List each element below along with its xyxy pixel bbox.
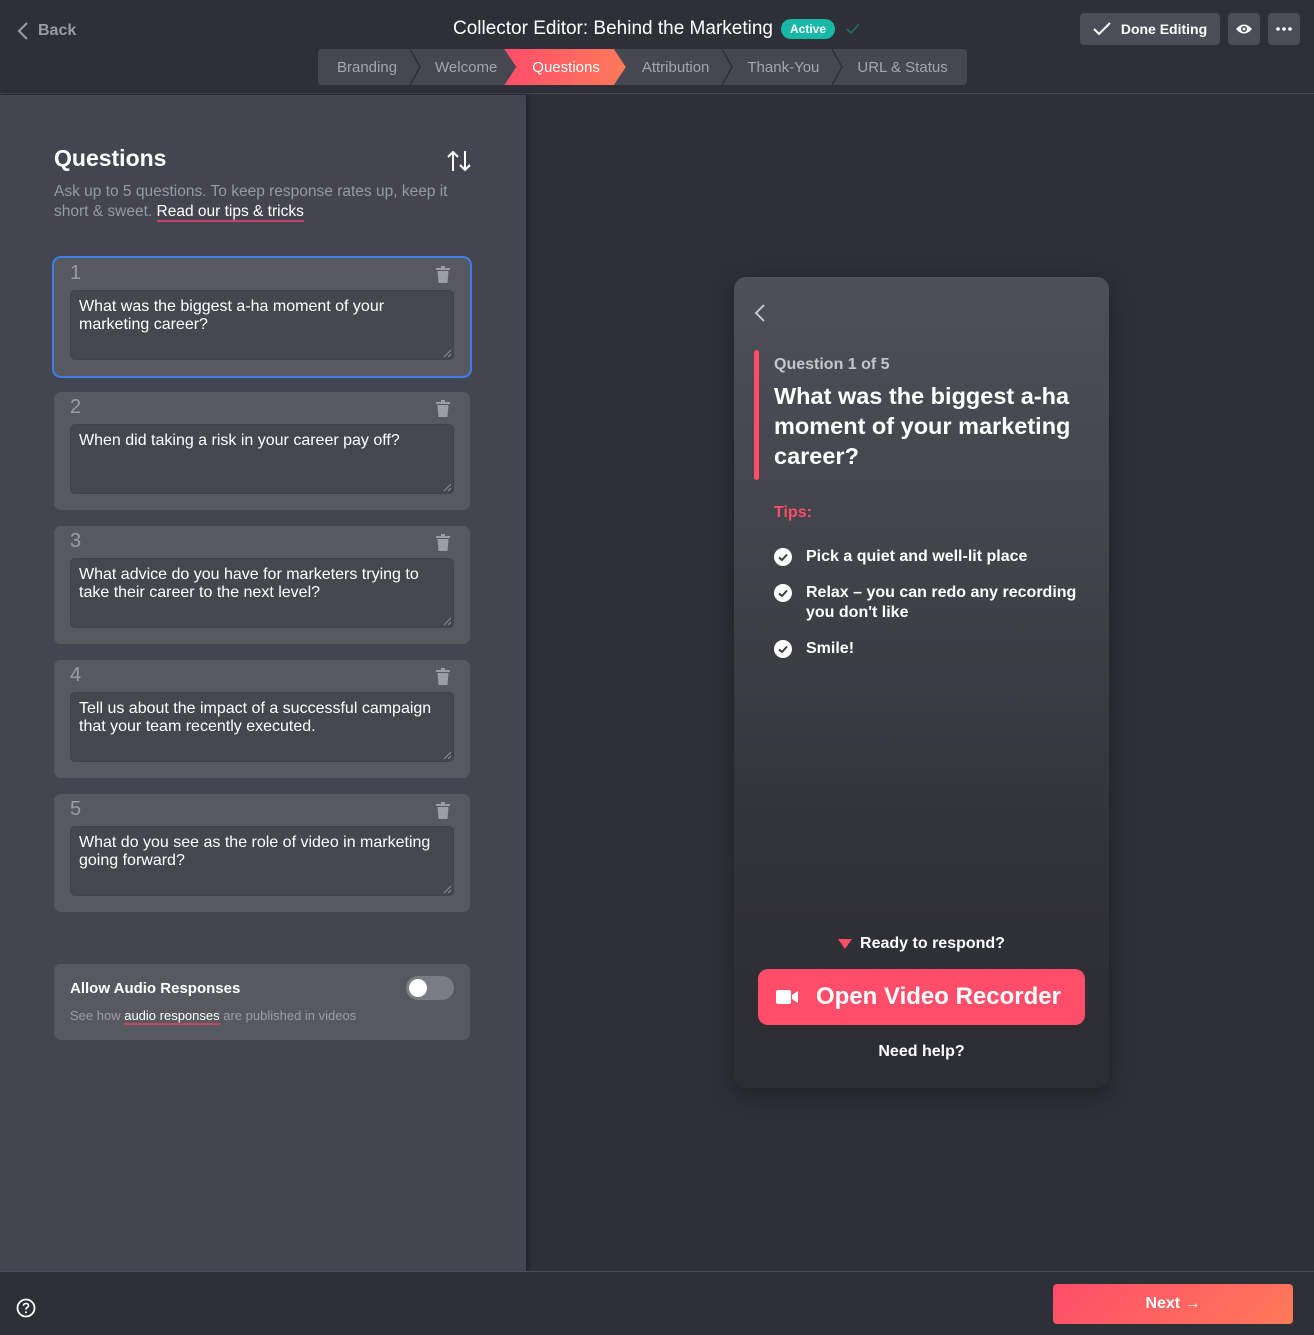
step-navigation: Branding Welcome Questions Attribution T… (318, 49, 967, 85)
tab-label: Welcome (435, 58, 498, 76)
tab-label: Questions (532, 58, 600, 76)
audio-responses-toggle[interactable] (406, 976, 454, 1000)
subtitle-suffix: are published in videos (223, 1008, 357, 1023)
step-separator (410, 49, 421, 85)
audio-responses-title: Allow Audio Responses (70, 980, 241, 997)
done-editing-label: Done Editing (1120, 21, 1208, 37)
tab-attribution[interactable]: Attribution (616, 49, 734, 85)
saved-check-icon (846, 23, 860, 35)
question-number: 1 (70, 262, 82, 284)
help-circle-icon[interactable] (16, 1298, 36, 1318)
record-button-label: Open Video Recorder (816, 983, 1061, 1010)
tip-text: Pick a quiet and well-lit place (806, 548, 1028, 565)
check-circle-icon (774, 584, 792, 602)
question-text-field[interactable]: What advice do you have for marketers tr… (70, 558, 454, 628)
tab-label: URL & Status (857, 58, 948, 76)
ready-prompt: Ready to respond? (734, 935, 1109, 953)
tips-list: Pick a quiet and well-lit place Relax – … (774, 547, 1094, 675)
check-circle-icon (774, 640, 792, 658)
next-button[interactable]: Next → (1053, 1284, 1293, 1324)
preview-question-title: What was the biggest a-ha moment of your… (774, 383, 1071, 469)
question-text-field[interactable]: Tell us about the impact of a successful… (70, 692, 454, 762)
subtitle-prefix: See how (70, 1008, 121, 1023)
question-card[interactable]: 2 When did taking a risk in your career … (54, 392, 470, 510)
tab-label: Attribution (641, 58, 710, 76)
tab-questions[interactable]: Questions (504, 49, 626, 85)
footer-bar: Next → (0, 1271, 1314, 1335)
question-number: 2 (70, 396, 82, 418)
step-separator (722, 49, 734, 85)
audio-responses-link[interactable]: audio responses (124, 1008, 220, 1025)
status-badge: Active (780, 19, 836, 39)
question-card[interactable]: 4 Tell us about the impact of a successf… (54, 660, 470, 778)
check-icon (1093, 22, 1111, 36)
trash-icon[interactable] (436, 668, 450, 685)
tip-item: Smile! (774, 639, 1094, 659)
tip-item: Relax – you can redo any recording you d… (774, 583, 1094, 623)
trash-icon[interactable] (436, 802, 450, 819)
tab-label: Thank-You (747, 58, 820, 76)
tab-welcome[interactable]: Welcome (416, 49, 516, 85)
resize-handle-icon[interactable] (443, 885, 451, 893)
tab-label: Branding (337, 58, 398, 76)
question-number: 3 (70, 530, 82, 552)
question-number: 5 (70, 798, 82, 820)
question-text-field[interactable]: What was the biggest a-ha moment of your… (70, 290, 454, 360)
tip-text: Relax – you can redo any recording you d… (806, 584, 1077, 621)
tips-label: Tips: (774, 504, 812, 521)
toggle-knob (409, 979, 427, 997)
next-label: Next → (1145, 1295, 1201, 1312)
resize-handle-icon[interactable] (443, 617, 451, 625)
tab-branding[interactable]: Branding (318, 49, 421, 85)
page-title: Collector Editor: Behind the Marketing (452, 18, 773, 39)
question-card[interactable]: 3 What advice do you have for marketers … (54, 526, 470, 644)
question-card[interactable]: 1 What was the biggest a-ha moment of yo… (54, 258, 470, 376)
preview-button[interactable] (1228, 13, 1260, 45)
tips-link[interactable]: Read our tips & tricks (156, 203, 304, 222)
trash-icon[interactable] (436, 534, 450, 551)
questions-panel: Questions Ask up to 5 questions. To keep… (0, 95, 526, 1271)
ellipsis-icon (1276, 27, 1292, 31)
chevron-left-icon[interactable] (752, 302, 768, 324)
more-options-button[interactable] (1268, 13, 1300, 45)
tip-text: Smile! (806, 640, 855, 657)
resize-handle-icon[interactable] (443, 751, 451, 759)
header-actions: Done Editing (1080, 13, 1300, 45)
audio-responses-subtitle: See how audio responses are published in… (70, 1008, 357, 1025)
step-separator (832, 49, 844, 85)
audio-responses-card: Allow Audio Responses See how audio resp… (54, 964, 470, 1040)
questions-description: Ask up to 5 questions. To keep response … (54, 182, 474, 222)
check-circle-icon (774, 548, 792, 566)
question-number: 4 (70, 664, 82, 686)
question-text-field[interactable]: What do you see as the role of video in … (70, 826, 454, 896)
trash-icon[interactable] (436, 266, 450, 283)
video-camera-icon (776, 990, 798, 1004)
reorder-icon[interactable] (446, 149, 472, 173)
question-progress-label: Question 1 of 5 (774, 356, 890, 373)
question-text-field[interactable]: When did taking a risk in your career pa… (70, 424, 454, 494)
triangle-down-icon (838, 939, 853, 949)
done-editing-button[interactable]: Done Editing (1080, 13, 1220, 45)
tip-item: Pick a quiet and well-lit place (774, 547, 1094, 567)
need-help-link[interactable]: Need help? (734, 1043, 1109, 1061)
tab-url-status[interactable]: URL & Status (838, 49, 966, 85)
top-bar: Back Collector Editor: Behind the Market… (0, 0, 1314, 94)
question-card[interactable]: 5 What do you see as the role of video i… (54, 794, 470, 912)
questions-heading: Questions (54, 145, 167, 171)
tab-thank-you[interactable]: Thank-You (728, 49, 844, 85)
collector-preview: Question 1 of 5 What was the biggest a-h… (734, 277, 1109, 1088)
resize-handle-icon[interactable] (443, 349, 451, 357)
ready-label: Ready to respond? (860, 935, 1005, 952)
question-accent-bar (754, 350, 759, 480)
resize-handle-icon[interactable] (443, 483, 451, 491)
eye-icon (1236, 24, 1252, 34)
trash-icon[interactable] (436, 400, 450, 417)
open-video-recorder-button[interactable]: Open Video Recorder (758, 969, 1085, 1025)
